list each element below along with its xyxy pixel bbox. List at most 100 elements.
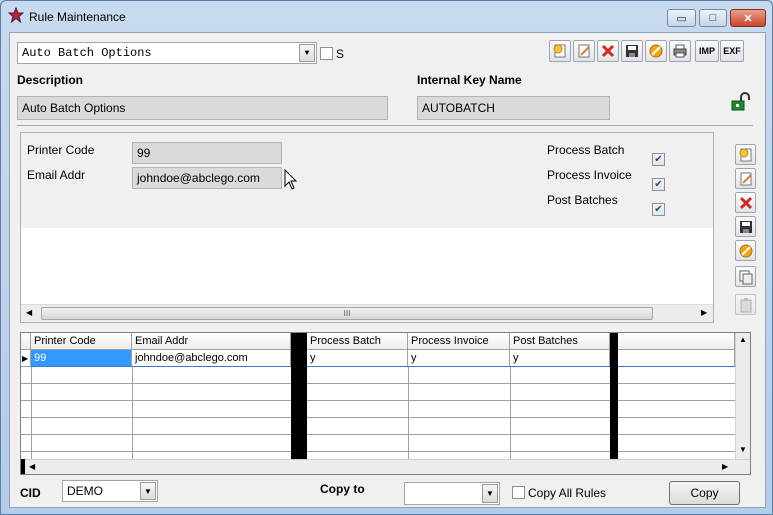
import-button[interactable]: IMP [695,40,719,62]
chevron-down-icon[interactable]: ▼ [299,44,315,62]
column-header-post-batches[interactable]: Post Batches [510,333,610,350]
grid-vscrollbar[interactable]: ▲ ▼ [735,333,750,459]
copy-to-select[interactable]: ▼ [404,482,500,505]
side-copy-button[interactable] [735,266,756,287]
post-batches-checkbox[interactable]: ✔ [652,203,665,216]
scroll-right-icon[interactable]: ▶ [701,308,707,317]
panel-blank-area [21,228,713,305]
unlock-icon [731,92,750,111]
import-label: IMP [698,46,715,56]
description-label: Description [17,73,84,87]
side-new-button[interactable] [735,144,756,165]
save-icon [739,220,752,233]
printer-icon [673,44,687,58]
grid-cell-process-batch[interactable]: y [307,350,408,367]
email-addr-label: Email Addr [27,168,86,182]
divider [17,125,753,126]
minimize-button[interactable]: ▭ [667,9,696,27]
panel-scroll-thumb[interactable]: III [41,307,653,320]
grid-cell-blank [618,350,735,367]
column-header-printer-code[interactable]: Printer Code [31,333,132,350]
scroll-thumb-grip: III [343,309,351,318]
email-addr-field[interactable]: johndoe@abclego.com [132,167,282,189]
column-header-blank [618,333,735,350]
email-addr-value: johndoe@abclego.com [137,171,260,185]
process-invoice-checkbox[interactable]: ✔ [652,178,665,191]
s-checkbox-label: S [336,47,345,61]
rules-grid: Printer Code Email Addr Process Batch Pr… [20,332,751,475]
new-button[interactable] [549,40,571,62]
edit-icon [578,44,590,58]
process-batch-checkbox[interactable]: ✔ [652,153,665,166]
window-title: Rule Maintenance [29,10,126,24]
column-header-process-invoice[interactable]: Process Invoice [408,333,510,350]
unlock-button[interactable] [730,92,752,112]
cancel-icon [649,44,663,58]
side-cancel-button[interactable] [735,240,756,261]
maximize-button[interactable]: □ [699,9,727,27]
internal-key-field[interactable]: AUTOBATCH [417,96,610,120]
description-value: Auto Batch Options [22,101,126,115]
close-button[interactable]: ✕ [730,9,766,27]
cid-label: CID [20,486,41,500]
chevron-down-icon[interactable]: ▼ [140,482,156,500]
post-batches-label: Post Batches [547,193,618,207]
printer-code-field[interactable]: 99 [132,142,282,164]
delete-icon [739,196,752,209]
cancel-button[interactable] [645,40,667,62]
column-header-process-batch[interactable]: Process Batch [307,333,408,350]
maximize-icon: □ [709,12,717,24]
column-separator [610,333,618,459]
row-selector-icon[interactable]: ▶ [21,350,31,367]
chevron-down-icon[interactable]: ▼ [482,484,498,503]
paste-icon [740,297,751,312]
printer-code-label: Printer Code [27,143,95,157]
export-button[interactable]: EXF [720,40,744,62]
grid-cell-printer-code[interactable]: 99 [31,350,132,367]
mouse-cursor-icon [284,169,298,191]
scroll-down-icon[interactable]: ▼ [739,445,747,454]
copy-all-rules-checkbox[interactable] [512,486,525,499]
empty-grid-rows [21,367,735,459]
edit-icon [740,172,752,185]
side-delete-button[interactable] [735,192,756,213]
printer-code-value: 99 [137,146,151,160]
title-bar[interactable]: Rule Maintenance ▭ □ ✕ [1,1,772,31]
scroll-up-icon[interactable]: ▲ [739,335,747,344]
row-header-corner [21,333,31,350]
process-batch-label: Process Batch [547,143,625,157]
cancel-icon [739,244,752,257]
cid-select-value: DEMO [67,484,103,498]
process-invoice-label: Process Invoice [547,168,632,182]
grid-cell-post-batches[interactable]: y [510,350,610,367]
detail-panel [20,132,714,323]
frozen-column-separator [291,333,307,459]
panel-hscrollbar[interactable]: ◀ III ▶ [21,304,713,322]
rule-select-value: Auto Batch Options [22,46,152,60]
internal-key-label: Internal Key Name [417,73,522,87]
copy-icon [739,270,752,284]
internal-key-value: AUTOBATCH [422,101,495,115]
grid-hscrollbar[interactable]: ◀ ▶ [25,459,750,474]
cid-select[interactable]: DEMO ▼ [62,480,158,502]
s-checkbox[interactable] [320,47,333,60]
export-label: EXF [723,46,741,56]
rule-select[interactable]: Auto Batch Options ▼ [17,42,317,64]
scroll-left-icon[interactable]: ◀ [26,308,32,317]
grid-cell-process-invoice[interactable]: y [408,350,510,367]
copy-to-label: Copy to [320,482,365,496]
copy-button[interactable]: Copy [669,481,740,505]
description-field[interactable]: Auto Batch Options [17,96,388,120]
grid-cell-email-addr[interactable]: johndoe@abclego.com [132,350,291,367]
scroll-left-icon[interactable]: ◀ [29,462,35,471]
side-paste-button[interactable] [735,294,756,315]
save-button[interactable] [621,40,643,62]
edit-button[interactable] [573,40,595,62]
column-header-email-addr[interactable]: Email Addr [132,333,291,350]
delete-button[interactable] [597,40,619,62]
print-button[interactable] [669,40,691,62]
minimize-icon: ▭ [676,12,687,25]
scroll-right-icon[interactable]: ▶ [722,462,728,471]
side-save-button[interactable] [735,216,756,237]
side-edit-button[interactable] [735,168,756,189]
